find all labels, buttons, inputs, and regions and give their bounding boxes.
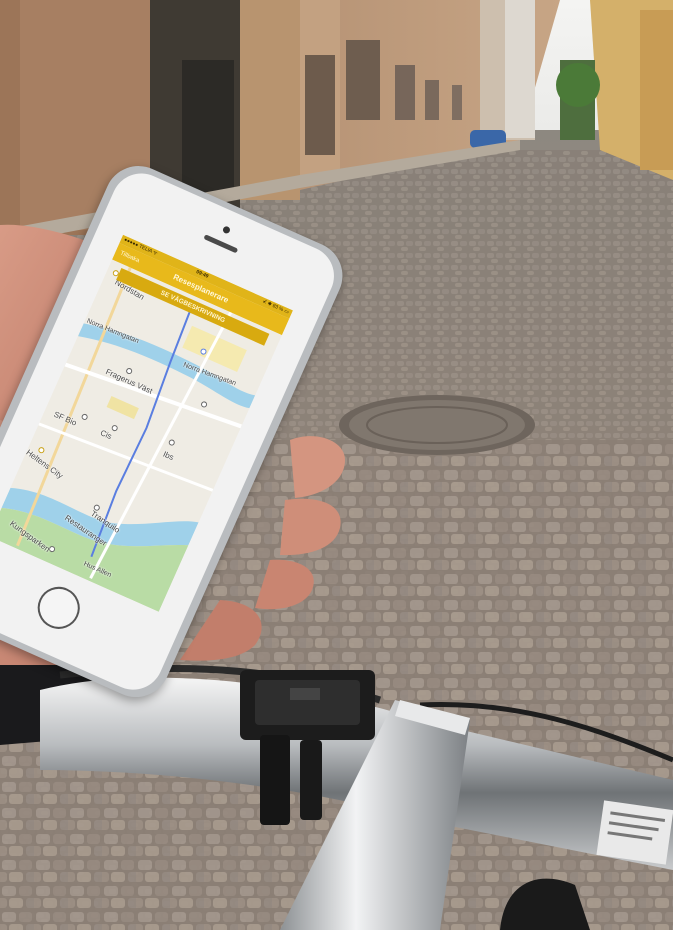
photo-scene: ●●●●● TELIA ᯤ 09:49 ⊀ ✱ 83 % ▭ Tillbaka … (0, 0, 673, 930)
